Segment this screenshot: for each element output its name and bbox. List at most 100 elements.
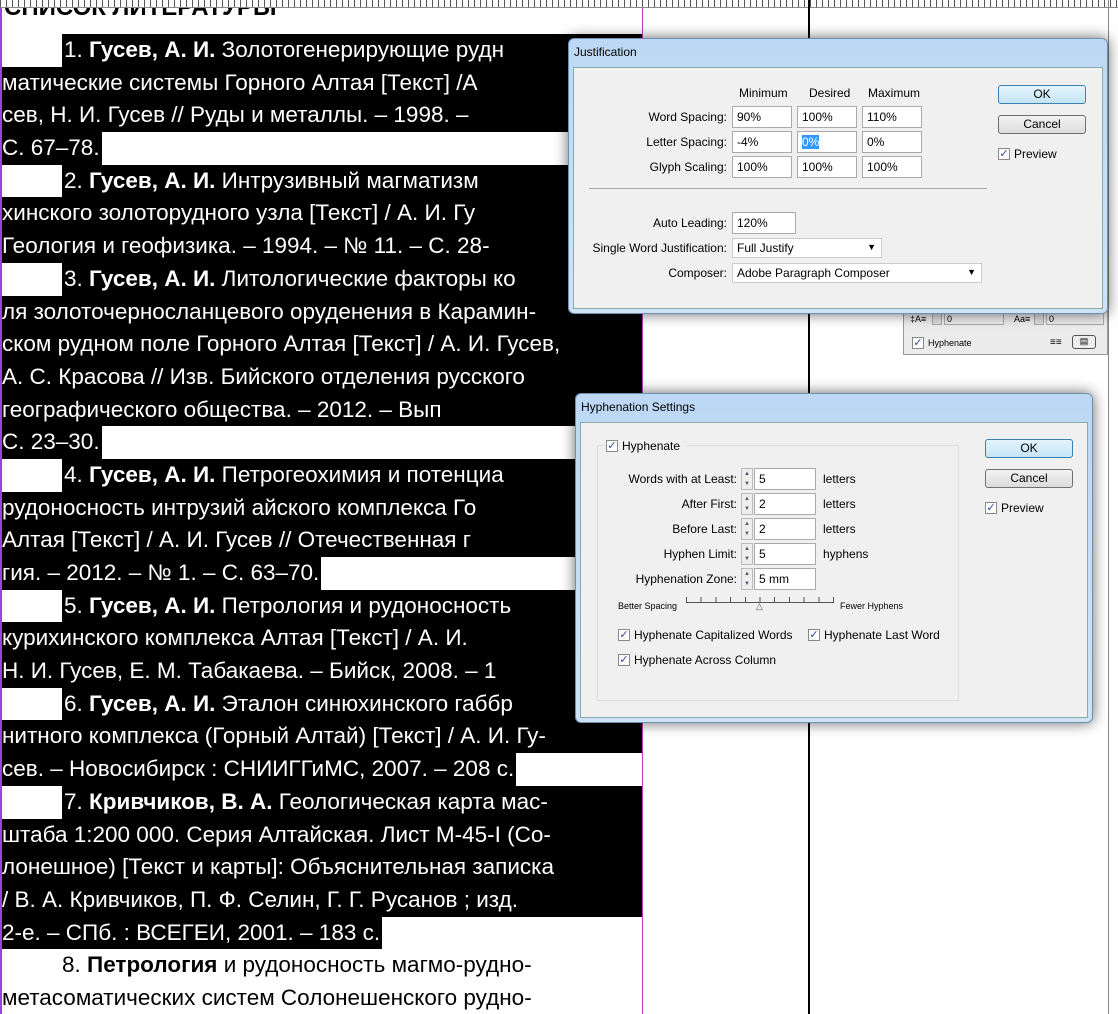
text-line[interactable]: 8. Петрология и рудоносность магмо-рудно… bbox=[2, 949, 642, 982]
composer-label: Composer: bbox=[668, 266, 727, 280]
text-line[interactable]: С. 23–30. bbox=[2, 426, 642, 459]
spacing-label: Word Spacing: bbox=[648, 110, 728, 124]
text-line[interactable]: А. С. Красова // Изв. Бийского отделения… bbox=[2, 360, 642, 394]
text-line[interactable]: 6. Гусев, А. И. Эталон синюхинского габб… bbox=[2, 687, 642, 721]
spacing-value: 110% bbox=[867, 110, 897, 124]
spacing-input[interactable]: 100% bbox=[732, 156, 792, 178]
ref-text: Петрогеохимия и потенциа bbox=[215, 461, 504, 487]
text-line[interactable]: Алтая [Текст] / А. И. Гусев // Отечестве… bbox=[2, 524, 642, 557]
text-frame[interactable]: СПИСОК ЛИТЕРАТУРЫ 1. Гусев, А. И. Золото… bbox=[0, 8, 643, 1014]
spacing-value: 90% bbox=[737, 110, 762, 124]
spacing-value: 100% bbox=[737, 160, 768, 174]
hyphenate-checkbox[interactable]: ✓ Hyphenate bbox=[606, 439, 687, 453]
text-line[interactable]: Н. И. Гусев, Е. М. Табакаева. – Бийск, 2… bbox=[2, 655, 642, 688]
ref-text: метасоматических систем Солонешенского р… bbox=[2, 984, 532, 1010]
align-icon[interactable]: ≡≡ bbox=[1050, 337, 1062, 348]
auto-leading-input[interactable]: 120% bbox=[732, 212, 796, 234]
text-line[interactable]: сев. – Новосибирск : СНИИГГиМС, 2007. – … bbox=[2, 753, 642, 786]
cancel-button[interactable]: Cancel bbox=[998, 115, 1086, 134]
field-input[interactable]: 5 bbox=[754, 543, 816, 565]
text-line[interactable]: / В. А. Кривчиков, П. Ф. Селин, Г. Г. Ру… bbox=[2, 883, 642, 917]
ref-text: рудоносность интрузий айского комплекса … bbox=[2, 494, 477, 520]
text-line[interactable]: 3. Гусев, А. И. Литологические факторы к… bbox=[2, 262, 642, 296]
ok-button[interactable]: OK bbox=[985, 439, 1073, 458]
ref-text: 2-е. – СПб. : ВСЕГЕИ, 2001. – 183 с. bbox=[2, 919, 381, 945]
text-line[interactable]: ля золоточерносланцевого оруденения в Ка… bbox=[2, 295, 642, 329]
spacing-input[interactable]: 110% bbox=[862, 106, 922, 128]
justify-icon[interactable]: ▤ bbox=[1072, 335, 1096, 349]
cancel-button[interactable]: Cancel bbox=[985, 469, 1073, 488]
preview-label: Preview bbox=[1014, 147, 1057, 161]
text-line[interactable]: 2. Гусев, А. И. Интрузивный магматизм bbox=[2, 164, 642, 198]
leading-spinner[interactable] bbox=[932, 313, 942, 325]
space-before-icon: ‡A≡ bbox=[910, 314, 927, 324]
leading-field[interactable]: 0 bbox=[944, 313, 1004, 325]
bibliography-text[interactable]: 1. Гусев, А. И. Золотогенерирующие рудн м… bbox=[2, 34, 642, 1014]
field-input[interactable]: 5 bbox=[754, 468, 816, 490]
text-line[interactable]: географического общества. – 2012. – Вып bbox=[2, 393, 642, 427]
text-line[interactable]: 5. Гусев, А. И. Петрология и рудоносност… bbox=[2, 589, 642, 623]
preview-checkbox[interactable]: ✓ Preview bbox=[998, 147, 1057, 161]
check-icon: ✓ bbox=[998, 148, 1010, 160]
spacing-input[interactable]: 90% bbox=[732, 106, 792, 128]
line-text: рудоносность интрузий айского комплекса … bbox=[2, 492, 478, 525]
across-column-checkbox[interactable]: ✓ Hyphenate Across Column bbox=[618, 653, 776, 667]
stepper-arrows-icon[interactable]: ▲ ▼ bbox=[741, 518, 753, 540]
field-input[interactable]: 5 mm bbox=[754, 568, 816, 590]
text-line[interactable]: С. 67–78. bbox=[2, 132, 642, 165]
ref-text: Н. И. Гусев, Е. М. Табакаева. – Бийск, 2… bbox=[2, 658, 497, 684]
spacing-input[interactable]: 100% bbox=[797, 156, 857, 178]
spacing-input[interactable]: -4% bbox=[732, 131, 792, 153]
ref-text: нитного комплекса (Горный Алтай) [Текст]… bbox=[2, 723, 546, 749]
line-text: 2. Гусев, А. И. Интрузивный магматизм bbox=[62, 164, 642, 198]
ref-author: Гусев, А. И. bbox=[89, 265, 216, 291]
text-line[interactable]: штаба 1:200 000. Серия Алтайская. Лист М… bbox=[2, 818, 642, 852]
field-label: Words with at Least: bbox=[628, 472, 738, 486]
text-line[interactable]: нитного комплекса (Горный Алтай) [Текст]… bbox=[2, 720, 642, 754]
spacing-input[interactable]: 0% bbox=[797, 131, 857, 153]
text-line[interactable]: ском рудном поле Горного Алтая [Текст] /… bbox=[2, 328, 642, 361]
drop-cap-icon: Aa≡ bbox=[1014, 314, 1031, 324]
single-word-dropdown[interactable]: Full Justify ▼ bbox=[732, 238, 882, 258]
field-input[interactable]: 2 bbox=[754, 493, 816, 515]
text-line[interactable]: хинского золоторудного узла [Текст] / А.… bbox=[2, 197, 642, 231]
ok-button[interactable]: OK bbox=[998, 85, 1086, 104]
text-line[interactable]: 7. Кривчиков, В. А. Геологическая карта … bbox=[2, 785, 642, 819]
ref-text: гия. – 2012. – № 1. – С. 63–70. bbox=[2, 560, 320, 585]
text-line[interactable]: рудоносность интрузий айского комплекса … bbox=[2, 491, 642, 525]
last-word-checkbox[interactable]: ✓ Hyphenate Last Word bbox=[808, 628, 940, 642]
composer-dropdown[interactable]: Adobe Paragraph Composer ▼ bbox=[732, 263, 982, 283]
ref-text: сев. – Новосибирск : СНИИГГиМС, 2007. – … bbox=[2, 756, 515, 782]
ref-author: Гусев, А. И. bbox=[89, 167, 216, 193]
panel-hyphenate-checkbox[interactable]: ✓ Hyphenate bbox=[912, 337, 972, 349]
text-line[interactable]: курихинского комплекса Алтая [Текст] / А… bbox=[2, 622, 642, 656]
ref-text: Петрология и рудоносность bbox=[215, 592, 512, 618]
spacing-input[interactable]: 100% bbox=[862, 156, 922, 178]
text-line[interactable]: 2-е. – СПб. : ВСЕГЕИ, 2001. – 183 с. bbox=[2, 916, 642, 950]
text-line[interactable]: 4. Гусев, А. И. Петрогеохимия и потенциа bbox=[2, 458, 642, 492]
text-line[interactable]: 1. Гусев, А. И. Золотогенерирующие рудн bbox=[2, 34, 642, 67]
stepper-arrows-icon[interactable]: ▲ ▼ bbox=[741, 568, 753, 590]
preview-checkbox[interactable]: ✓ Preview bbox=[985, 501, 1044, 515]
stepper-arrows-icon[interactable]: ▲ ▼ bbox=[741, 493, 753, 515]
cap-words-checkbox[interactable]: ✓ Hyphenate Capitalized Words bbox=[618, 628, 793, 642]
field-input[interactable]: 2 bbox=[754, 518, 816, 540]
text-line[interactable]: Геология и геофизика. – 1994. – № 11. – … bbox=[2, 230, 642, 263]
ref-text: матические системы Горного Алтая [Текст]… bbox=[2, 69, 478, 95]
text-line[interactable]: метасоматических систем Солонешенского р… bbox=[2, 982, 642, 1014]
spacing-input[interactable]: 0% bbox=[862, 131, 922, 153]
ref-text: / В. А. Кривчиков, П. Ф. Селин, Г. Г. Ру… bbox=[2, 886, 518, 912]
spacing-value: 0% bbox=[867, 135, 885, 149]
across-column-label: Hyphenate Across Column bbox=[634, 653, 777, 667]
horizontal-ruler[interactable] bbox=[0, 0, 1118, 8]
slider-thumb[interactable]: △ bbox=[756, 601, 763, 612]
text-line[interactable]: гия. – 2012. – № 1. – С. 63–70. bbox=[2, 557, 642, 590]
text-line[interactable]: сев, Н. И. Гусев // Руды и металлы. – 19… bbox=[2, 99, 642, 133]
stepper-arrows-icon[interactable]: ▲ ▼ bbox=[741, 468, 753, 490]
stepper-arrows-icon[interactable]: ▲ ▼ bbox=[741, 543, 753, 565]
dropcap-field[interactable]: 0 bbox=[1046, 313, 1104, 325]
dropcap-spinner[interactable] bbox=[1034, 313, 1044, 325]
text-line[interactable]: матические системы Горного Алтая [Текст]… bbox=[2, 66, 642, 100]
text-line[interactable]: лонешное) [Текст и карты]: Объяснительна… bbox=[2, 851, 642, 884]
spacing-input[interactable]: 100% bbox=[797, 106, 857, 128]
